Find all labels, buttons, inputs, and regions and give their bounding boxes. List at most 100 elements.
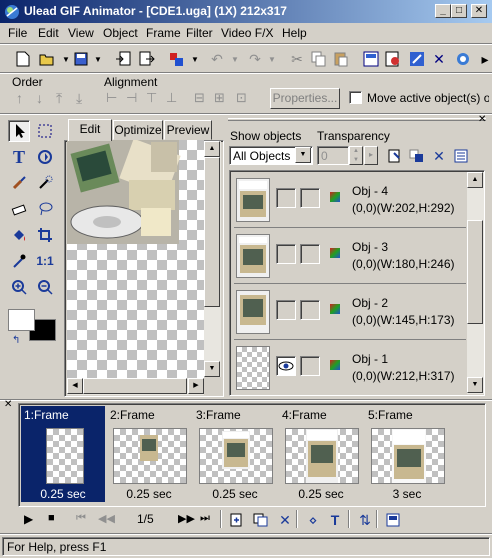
zoom-out-icon[interactable] — [34, 276, 56, 298]
foreground-color-swatch[interactable] — [8, 309, 35, 331]
text-tool-icon[interactable]: T — [8, 146, 30, 168]
pointer-tool-icon[interactable] — [8, 120, 30, 142]
align-left-icon[interactable]: ⊢ — [106, 90, 117, 106]
frame-properties-icon[interactable] — [360, 48, 382, 70]
delete-icon[interactable]: ✕ — [428, 48, 450, 70]
lock-toggle[interactable] — [300, 300, 320, 320]
align-center-icon[interactable]: ⊡ — [236, 90, 247, 106]
object-row[interactable]: Obj - 1 (0,0)(W:212,H:317) — [234, 340, 466, 394]
align-center-h-icon[interactable]: ⊟ — [194, 90, 205, 106]
object-list-vscroll[interactable]: ▲ ▼ — [467, 172, 484, 394]
maximize-button[interactable]: □ — [451, 4, 467, 18]
ulead-icon[interactable] — [452, 48, 474, 70]
eraser-tool-icon[interactable] — [8, 198, 30, 220]
lock-toggle[interactable] — [300, 244, 320, 264]
canvas-scroll-down[interactable]: ▼ — [204, 361, 220, 377]
undo-icon[interactable]: ↶ — [206, 48, 228, 70]
delete-frame-icon[interactable]: ✕ — [274, 509, 296, 531]
next-frame-icon[interactable]: ▶▶ — [178, 512, 195, 525]
open-dropdown-icon[interactable]: ▼ — [62, 55, 70, 64]
merge-objects-icon[interactable] — [406, 145, 428, 167]
close-button[interactable]: ✕ — [471, 4, 487, 18]
lock-toggle[interactable] — [300, 188, 320, 208]
align-right-icon[interactable]: ⊣ — [126, 90, 137, 106]
open-icon[interactable] — [36, 48, 58, 70]
scroll-right-icon[interactable]: ▸ — [474, 48, 492, 70]
tab-edit[interactable]: Edit — [68, 119, 112, 141]
frame-item[interactable]: 3:Frame 0.25 sec — [193, 406, 277, 502]
object-panel-close-icon[interactable]: ✕ — [478, 114, 486, 125]
stop-icon[interactable]: ■ — [48, 512, 55, 524]
object-row[interactable]: Obj - 3 (0,0)(W:180,H:246) — [234, 228, 466, 284]
color-dropdown-icon[interactable]: ▼ — [191, 55, 199, 64]
frame-item[interactable]: 2:Frame 0.25 sec — [107, 406, 191, 502]
move-active-checkbox[interactable] — [349, 91, 362, 104]
tab-optimize[interactable]: Optimize — [113, 120, 163, 140]
lasso-tool-icon[interactable] — [34, 198, 56, 220]
crop-tool-icon[interactable] — [34, 224, 56, 246]
copy-icon[interactable] — [308, 48, 330, 70]
bring-forward-icon[interactable]: ↑ — [16, 90, 23, 106]
transparency-slider-button[interactable]: ▸ — [364, 146, 378, 165]
import-icon[interactable] — [112, 48, 134, 70]
delete-object-icon[interactable]: ✕ — [428, 145, 450, 167]
transparency-input[interactable]: 0 — [317, 146, 349, 165]
visibility-toggle[interactable] — [276, 300, 296, 320]
align-center-v-icon[interactable]: ⊞ — [214, 90, 225, 106]
color-tool-icon[interactable] — [166, 48, 188, 70]
add-frame-icon[interactable] — [226, 509, 248, 531]
brush-tool-icon[interactable] — [8, 172, 30, 194]
export-icon[interactable] — [136, 48, 158, 70]
play-icon[interactable]: ▶ — [24, 512, 33, 526]
title-bar[interactable]: Ulead GIF Animator - [CDE1.uga] (1X) 212… — [0, 0, 492, 23]
visibility-toggle[interactable] — [276, 244, 296, 264]
transparency-spinner[interactable]: ▲ ▼ — [349, 146, 363, 165]
first-frame-icon[interactable]: ⏮ — [76, 512, 86, 525]
canvas-hscroll-thumb[interactable] — [83, 378, 187, 394]
frame-item[interactable]: 4:Frame 0.25 sec — [279, 406, 363, 502]
paste-icon[interactable] — [330, 48, 352, 70]
show-objects-select[interactable]: All Objects ▼ — [229, 146, 313, 165]
menu-video-fx[interactable]: Video F/X — [221, 26, 273, 40]
marquee-tool-icon[interactable] — [34, 120, 56, 142]
canvas-vscroll-thumb[interactable] — [204, 157, 220, 307]
canvas-hscroll[interactable]: ◀ ▶ — [67, 378, 204, 395]
menu-filter[interactable]: Filter — [186, 26, 213, 40]
object-list-scroll-up[interactable]: ▲ — [467, 172, 483, 188]
zoom-in-icon[interactable] — [8, 276, 30, 298]
rotate-tool-icon[interactable] — [34, 146, 56, 168]
new-icon[interactable] — [12, 48, 34, 70]
minimize-button[interactable]: _ — [435, 4, 451, 18]
visibility-toggle[interactable] — [276, 356, 296, 376]
duplicate-frame-icon[interactable] — [250, 509, 272, 531]
align-bottom-icon[interactable]: ⊥ — [166, 90, 177, 106]
new-object-icon[interactable] — [384, 145, 406, 167]
canvas-area[interactable] — [67, 140, 204, 378]
canvas-vscroll[interactable]: ▲ ▼ — [204, 141, 221, 377]
redo-dropdown-icon[interactable]: ▼ — [268, 55, 276, 64]
cut-icon[interactable]: ✂ — [286, 48, 308, 70]
send-to-back-icon[interactable]: ⤓ — [76, 90, 82, 107]
canvas-scroll-up[interactable]: ▲ — [204, 141, 220, 157]
send-backward-icon[interactable]: ↓ — [36, 90, 43, 106]
object-list-scroll-down[interactable]: ▼ — [467, 377, 483, 393]
frame-item[interactable]: 5:Frame 3 sec — [365, 406, 449, 502]
tab-preview[interactable]: Preview — [164, 120, 212, 140]
undo-dropdown-icon[interactable]: ▼ — [231, 55, 239, 64]
object-row[interactable]: Obj - 4 (0,0)(W:202,H:292) — [234, 172, 466, 228]
menu-file[interactable]: File — [8, 26, 27, 40]
wizard-icon[interactable] — [406, 48, 428, 70]
magic-wand-icon[interactable] — [34, 172, 56, 194]
lock-toggle[interactable] — [300, 356, 320, 376]
swap-colors-icon[interactable]: ↰ — [12, 335, 20, 346]
tween-icon[interactable]: ⋄ — [302, 509, 324, 531]
menu-object[interactable]: Object — [103, 26, 138, 40]
object-properties-icon[interactable] — [450, 145, 472, 167]
save-icon[interactable] — [70, 48, 92, 70]
menu-help[interactable]: Help — [282, 26, 307, 40]
fill-tool-icon[interactable] — [8, 224, 30, 246]
previous-frame-icon[interactable]: ◀◀ — [98, 512, 115, 525]
redo-icon[interactable]: ↷ — [244, 48, 266, 70]
menu-edit[interactable]: Edit — [38, 26, 59, 40]
menu-view[interactable]: View — [68, 26, 94, 40]
